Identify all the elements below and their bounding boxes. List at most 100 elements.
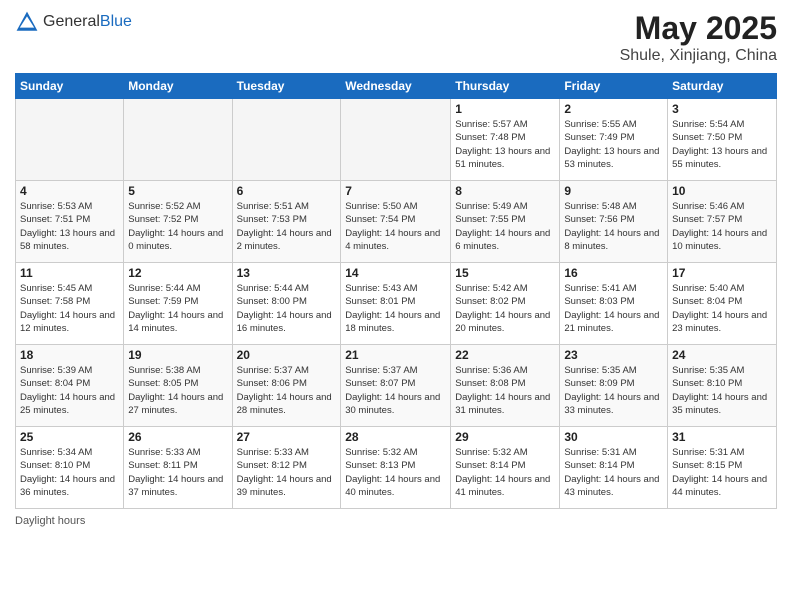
day-info: Sunrise: 5:41 AMSunset: 8:03 PMDaylight:… [564,282,663,335]
calendar-cell: 4Sunrise: 5:53 AMSunset: 7:51 PMDaylight… [16,181,124,263]
calendar-cell: 10Sunrise: 5:46 AMSunset: 7:57 PMDayligh… [668,181,777,263]
calendar-cell: 8 Sunrise: 5:49 AMSunset: 7:55 PMDaylight… [451,181,560,263]
day-number: 13 [237,266,337,280]
day-info: Sunrise: 5:50 AMSunset: 7:54 PMDaylight:… [345,200,446,253]
day-info: Sunrise: 5:35 AMSunset: 8:09 PMDaylight:… [564,364,663,417]
calendar-cell [232,99,341,181]
calendar-cell: 25 Sunrise: 5:34 AMSunset: 8:10 PMDayligh… [16,427,124,509]
day-info: Sunrise: 5:52 AMSunset: 7:52 PMDaylight:… [128,200,227,253]
calendar-cell: 23 Sunrise: 5:35 AMSunset: 8:09 PMDayligh… [560,345,668,427]
calendar-cell: 20Sunrise: 5:37 AMSunset: 8:06 PMDayligh… [232,345,341,427]
day-info: Sunrise: 5:38 AMSunset: 8:05 PMDaylight:… [128,364,227,417]
day-number: 24 [672,348,772,362]
calendar-cell: 9Sunrise: 5:48 AMSunset: 7:56 PMDaylight… [560,181,668,263]
calendar-cell: 16 Sunrise: 5:41 AMSunset: 8:03 PMDayligh… [560,263,668,345]
day-number: 21 [345,348,446,362]
calendar-cell: 29 Sunrise: 5:32 AMSunset: 8:14 PMDayligh… [451,427,560,509]
calendar-cell: 1 Sunrise: 5:57 AMSunset: 7:48 PMDaylight… [451,99,560,181]
calendar-cell: 21 Sunrise: 5:37 AMSunset: 8:07 PMDayligh… [341,345,451,427]
calendar-cell: 7 Sunrise: 5:50 AMSunset: 7:54 PMDaylight… [341,181,451,263]
calendar-day-header: Wednesday [341,74,451,99]
day-number: 27 [237,430,337,444]
logo: GeneralBlue [15,10,132,34]
day-info: Sunrise: 5:46 AMSunset: 7:57 PMDaylight:… [672,200,772,253]
day-info: Sunrise: 5:33 AMSunset: 8:12 PMDaylight:… [237,446,337,499]
day-number: 17 [672,266,772,280]
day-number: 19 [128,348,227,362]
day-number: 23 [564,348,663,362]
day-info: Sunrise: 5:49 AMSunset: 7:55 PMDaylight:… [455,200,555,253]
day-info: Sunrise: 5:32 AMSunset: 8:14 PMDaylight:… [455,446,555,499]
day-number: 1 [455,102,555,116]
day-number: 18 [20,348,119,362]
day-info: Sunrise: 5:55 AMSunset: 7:49 PMDaylight:… [564,118,663,171]
day-info: Sunrise: 5:44 AMSunset: 8:00 PMDaylight:… [237,282,337,335]
calendar-cell: 15 Sunrise: 5:42 AMSunset: 8:02 PMDayligh… [451,263,560,345]
calendar-cell [124,99,232,181]
daylight-label: Daylight hours [15,515,85,527]
day-info: Sunrise: 5:32 AMSunset: 8:13 PMDaylight:… [345,446,446,499]
day-number: 25 [20,430,119,444]
day-number: 5 [128,184,227,198]
calendar-cell: 5 Sunrise: 5:52 AMSunset: 7:52 PMDaylight… [124,181,232,263]
calendar-cell [341,99,451,181]
calendar-cell: 17Sunrise: 5:40 AMSunset: 8:04 PMDayligh… [668,263,777,345]
day-number: 30 [564,430,663,444]
calendar-day-header: Tuesday [232,74,341,99]
calendar-week-row: 1 Sunrise: 5:57 AMSunset: 7:48 PMDaylight… [16,99,777,181]
day-info: Sunrise: 5:34 AMSunset: 8:10 PMDaylight:… [20,446,119,499]
day-number: 6 [237,184,337,198]
calendar-week-row: 18 Sunrise: 5:39 AMSunset: 8:04 PMDayligh… [16,345,777,427]
day-number: 15 [455,266,555,280]
day-info: Sunrise: 5:43 AMSunset: 8:01 PMDaylight:… [345,282,446,335]
day-info: Sunrise: 5:53 AMSunset: 7:51 PMDaylight:… [20,200,119,253]
footer: Daylight hours [15,515,777,527]
day-number: 7 [345,184,446,198]
calendar-cell: 27 Sunrise: 5:33 AMSunset: 8:12 PMDayligh… [232,427,341,509]
day-number: 31 [672,430,772,444]
calendar-cell: 26Sunrise: 5:33 AMSunset: 8:11 PMDayligh… [124,427,232,509]
calendar-day-header: Sunday [16,74,124,99]
day-info: Sunrise: 5:36 AMSunset: 8:08 PMDaylight:… [455,364,555,417]
day-info: Sunrise: 5:45 AMSunset: 7:58 PMDaylight:… [20,282,119,335]
calendar-header-row: SundayMondayTuesdayWednesdayThursdayFrid… [16,74,777,99]
calendar-cell: 13 Sunrise: 5:44 AMSunset: 8:00 PMDayligh… [232,263,341,345]
calendar-day-header: Saturday [668,74,777,99]
page: GeneralBlue May 2025 Shule, Xinjiang, Ch… [0,0,792,612]
calendar-week-row: 25 Sunrise: 5:34 AMSunset: 8:10 PMDayligh… [16,427,777,509]
day-info: Sunrise: 5:35 AMSunset: 8:10 PMDaylight:… [672,364,772,417]
day-info: Sunrise: 5:48 AMSunset: 7:56 PMDaylight:… [564,200,663,253]
day-number: 8 [455,184,555,198]
day-info: Sunrise: 5:33 AMSunset: 8:11 PMDaylight:… [128,446,227,499]
calendar-cell [16,99,124,181]
calendar-day-header: Friday [560,74,668,99]
day-info: Sunrise: 5:31 AMSunset: 8:14 PMDaylight:… [564,446,663,499]
calendar-cell: 19 Sunrise: 5:38 AMSunset: 8:05 PMDayligh… [124,345,232,427]
calendar-week-row: 4Sunrise: 5:53 AMSunset: 7:51 PMDaylight… [16,181,777,263]
day-info: Sunrise: 5:44 AMSunset: 7:59 PMDaylight:… [128,282,227,335]
day-number: 16 [564,266,663,280]
subtitle: Shule, Xinjiang, China [620,47,777,65]
logo-icon [15,10,39,34]
day-info: Sunrise: 5:39 AMSunset: 8:04 PMDaylight:… [20,364,119,417]
calendar-cell: 11 Sunrise: 5:45 AMSunset: 7:58 PMDayligh… [16,263,124,345]
day-number: 3 [672,102,772,116]
day-number: 29 [455,430,555,444]
calendar-cell: 12Sunrise: 5:44 AMSunset: 7:59 PMDayligh… [124,263,232,345]
calendar-cell: 22 Sunrise: 5:36 AMSunset: 8:08 PMDayligh… [451,345,560,427]
calendar-day-header: Thursday [451,74,560,99]
day-info: Sunrise: 5:37 AMSunset: 8:07 PMDaylight:… [345,364,446,417]
calendar-cell: 6 Sunrise: 5:51 AMSunset: 7:53 PMDaylight… [232,181,341,263]
day-info: Sunrise: 5:51 AMSunset: 7:53 PMDaylight:… [237,200,337,253]
calendar-cell: 2Sunrise: 5:55 AMSunset: 7:49 PMDaylight… [560,99,668,181]
logo-blue: Blue [100,13,132,30]
day-number: 22 [455,348,555,362]
day-info: Sunrise: 5:57 AMSunset: 7:48 PMDaylight:… [455,118,555,171]
day-number: 11 [20,266,119,280]
calendar-week-row: 11 Sunrise: 5:45 AMSunset: 7:58 PMDayligh… [16,263,777,345]
calendar-cell: 3Sunrise: 5:54 AMSunset: 7:50 PMDaylight… [668,99,777,181]
calendar-day-header: Monday [124,74,232,99]
day-info: Sunrise: 5:37 AMSunset: 8:06 PMDaylight:… [237,364,337,417]
header: GeneralBlue May 2025 Shule, Xinjiang, Ch… [15,10,777,65]
day-info: Sunrise: 5:42 AMSunset: 8:02 PMDaylight:… [455,282,555,335]
